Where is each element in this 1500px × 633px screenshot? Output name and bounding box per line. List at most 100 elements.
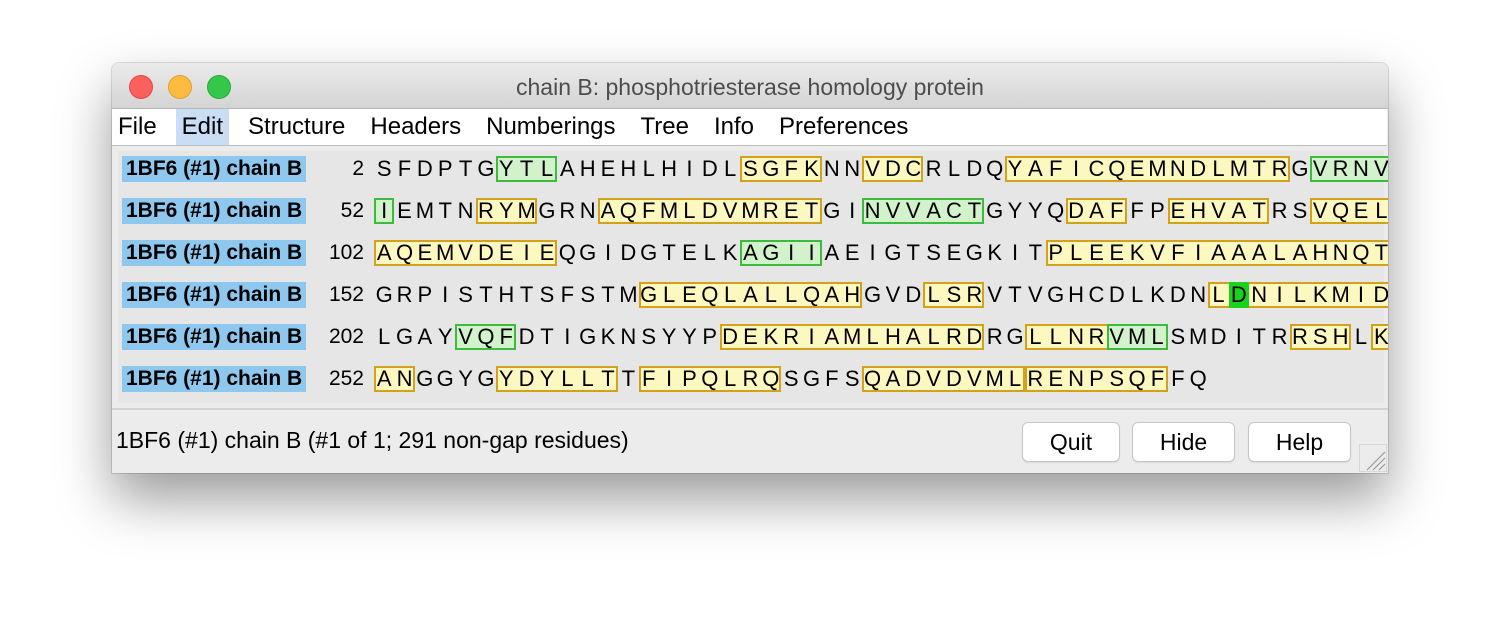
residue[interactable]: Q: [1107, 153, 1127, 185]
residue[interactable]: D: [516, 363, 536, 395]
residue[interactable]: A: [557, 153, 577, 185]
residue[interactable]: Q: [1351, 237, 1371, 269]
residue[interactable]: E: [496, 237, 516, 269]
residue[interactable]: A: [740, 237, 760, 269]
residue[interactable]: Y: [496, 195, 516, 227]
sequence-row[interactable]: 1BF6 (#1) chain B 52 I E M T N R Y M G R N A Q F M L D V M R E…: [118, 193, 1388, 235]
title-bar[interactable]: chain B: phosphotriesterase homology pro…: [112, 63, 1388, 109]
residue[interactable]: V: [985, 279, 1005, 311]
chain-label[interactable]: 1BF6 (#1) chain B: [122, 198, 307, 224]
sequence-row[interactable]: 1BF6 (#1) chain B 202 L G A Y V Q F D T I G K N S Y Y P D E K…: [118, 319, 1388, 361]
residue[interactable]: I: [1269, 279, 1289, 311]
residue[interactable]: S: [1310, 321, 1330, 353]
residue[interactable]: F: [1147, 363, 1167, 395]
residue[interactable]: S: [923, 237, 943, 269]
residue[interactable]: Y: [537, 363, 557, 395]
residue[interactable]: L: [557, 363, 577, 395]
residue[interactable]: V: [862, 153, 882, 185]
menu-numberings[interactable]: Numberings: [480, 109, 621, 145]
residue[interactable]: R: [1269, 153, 1289, 185]
residue[interactable]: V: [1147, 237, 1167, 269]
residue[interactable]: I: [1351, 279, 1371, 311]
residue[interactable]: M: [1147, 153, 1167, 185]
residue[interactable]: G: [578, 237, 598, 269]
residue[interactable]: V: [923, 363, 943, 395]
residue[interactable]: V: [1310, 153, 1330, 185]
residue[interactable]: D: [903, 363, 923, 395]
chain-label[interactable]: 1BF6 (#1) chain B: [122, 324, 307, 350]
residue[interactable]: G: [964, 237, 984, 269]
residue[interactable]: L: [720, 153, 740, 185]
residue[interactable]: N: [618, 321, 638, 353]
residue[interactable]: D: [516, 321, 536, 353]
residue[interactable]: L: [1208, 279, 1228, 311]
residue[interactable]: S: [781, 363, 801, 395]
hide-button[interactable]: Hide: [1132, 422, 1235, 462]
residue[interactable]: S: [639, 321, 659, 353]
residue[interactable]: L: [1290, 279, 1310, 311]
residue[interactable]: D: [964, 321, 984, 353]
sequence-row[interactable]: 1BF6 (#1) chain B 152 G R P I S T H T S F S T M G L E Q L A L…: [118, 277, 1388, 319]
residue[interactable]: G: [435, 363, 455, 395]
menu-tree[interactable]: Tree: [635, 109, 695, 145]
residue[interactable]: L: [578, 363, 598, 395]
residue[interactable]: G: [1290, 153, 1310, 185]
residue[interactable]: G: [1005, 321, 1025, 353]
residue[interactable]: K: [801, 153, 821, 185]
residue[interactable]: I: [679, 153, 699, 185]
residue[interactable]: R: [476, 195, 496, 227]
sequence-row[interactable]: 1BF6 (#1) chain B 252 A N G G Y G Y D Y L L T T F I P Q L R Q…: [118, 361, 1384, 403]
residue[interactable]: G: [639, 279, 659, 311]
residue[interactable]: Y: [1005, 153, 1025, 185]
residue[interactable]: T: [903, 237, 923, 269]
residue[interactable]: P: [1086, 363, 1106, 395]
residue[interactable]: Q: [985, 153, 1005, 185]
residue[interactable]: L: [1066, 237, 1086, 269]
residue[interactable]: N: [578, 195, 598, 227]
residue[interactable]: N: [1188, 279, 1208, 311]
residue[interactable]: M: [435, 237, 455, 269]
residue[interactable]: T: [1025, 237, 1045, 269]
quit-button[interactable]: Quit: [1022, 422, 1120, 462]
residue[interactable]: N: [862, 195, 882, 227]
residue[interactable]: V: [883, 279, 903, 311]
residue[interactable]: L: [761, 279, 781, 311]
residue[interactable]: E: [781, 195, 801, 227]
residue[interactable]: M: [1229, 153, 1249, 185]
residue[interactable]: D: [903, 279, 923, 311]
residue[interactable]: D: [476, 237, 496, 269]
residue[interactable]: A: [1249, 237, 1269, 269]
residue[interactable]: R: [394, 279, 414, 311]
residue[interactable]: Q: [394, 237, 414, 269]
residue[interactable]: R: [1330, 153, 1350, 185]
residue[interactable]: R: [740, 363, 760, 395]
residue[interactable]: M: [1330, 279, 1350, 311]
residue[interactable]: I: [1229, 321, 1249, 353]
residue[interactable]: P: [1046, 237, 1066, 269]
residue[interactable]: H: [496, 279, 516, 311]
residue[interactable]: A: [374, 363, 394, 395]
residue[interactable]: E: [1086, 237, 1106, 269]
residue[interactable]: L: [639, 153, 659, 185]
residue[interactable]: P: [679, 363, 699, 395]
residue[interactable]: D: [1371, 279, 1388, 311]
residue[interactable]: Q: [700, 363, 720, 395]
residue[interactable]: R: [985, 321, 1005, 353]
residue[interactable]: H: [1330, 321, 1350, 353]
residue[interactable]: T: [1249, 153, 1269, 185]
residue[interactable]: G: [415, 363, 435, 395]
residue[interactable]: L: [923, 321, 943, 353]
residue[interactable]: D: [964, 153, 984, 185]
residue[interactable]: Y: [496, 363, 516, 395]
residue[interactable]: I: [516, 237, 536, 269]
residue[interactable]: S: [842, 363, 862, 395]
residue[interactable]: T: [618, 363, 638, 395]
sequence-row[interactable]: 1BF6 (#1) chain B2SFDPTGYTLAHEHLHIDLSGFK…: [118, 151, 1388, 193]
resize-grip-icon[interactable]: [1359, 444, 1387, 472]
residue[interactable]: M: [842, 321, 862, 353]
chain-label[interactable]: 1BF6 (#1) chain B: [122, 240, 307, 266]
residue[interactable]: Q: [1046, 195, 1066, 227]
residue[interactable]: N: [1351, 153, 1371, 185]
residue[interactable]: L: [1005, 363, 1025, 395]
residue[interactable]: G: [476, 363, 496, 395]
